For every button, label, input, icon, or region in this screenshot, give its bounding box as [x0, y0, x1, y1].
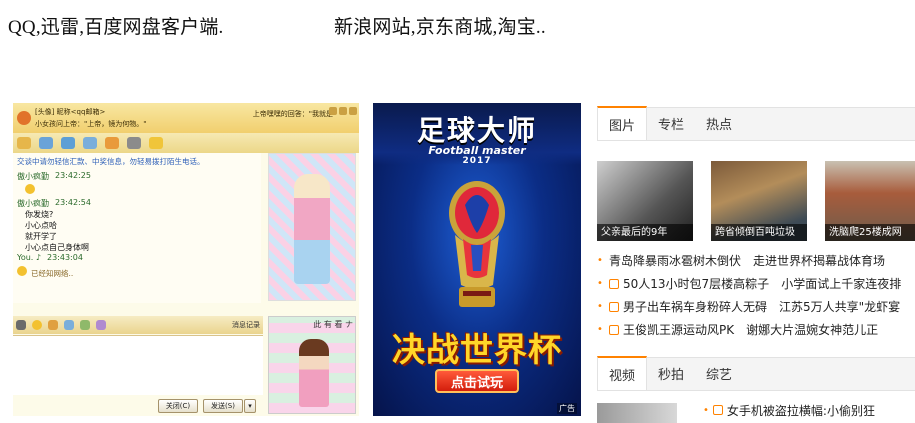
minimize-icon[interactable] [329, 107, 337, 115]
send-button[interactable]: 发送(S) [203, 399, 243, 413]
headline-link[interactable]: 王俊凯王源运动风PK [623, 321, 734, 338]
character-figure [299, 339, 329, 407]
voice-call-icon[interactable] [39, 137, 53, 149]
signature-continued: 上帝嘿嘿的回答："我就是 [252, 110, 333, 118]
window-controls [329, 107, 357, 115]
more-icon[interactable] [149, 137, 163, 149]
game-advertisement[interactable]: 足球大师 Football master 2017 决战世界杯 点击试玩 广告 [373, 103, 581, 416]
image-icon[interactable] [80, 320, 90, 330]
contact-show-image [268, 153, 356, 301]
show-caption: 此 有 看 ナ [313, 320, 353, 329]
ad-year: 2017 [462, 156, 492, 166]
photo-icon [609, 324, 619, 335]
news-tabs: 图片 专栏 热点 [597, 106, 915, 141]
headline-row: • 男子出车祸车身粉碎人无碍 江苏5万人共享"龙虾宴 [597, 295, 915, 318]
tab-video[interactable]: 视频 [597, 356, 648, 390]
message-header: 傲小疯勤 23:42:54 [17, 198, 91, 208]
message-line: 小心点哈 [25, 221, 57, 230]
message-line: 已经知网络.. [17, 266, 257, 279]
message-line: 小心点自己身体啊 [25, 243, 89, 252]
apps-icon[interactable] [127, 137, 141, 149]
bullet-icon: • [597, 324, 603, 335]
screenshot-icon[interactable] [64, 320, 74, 330]
tab-variety[interactable]: 综艺 [695, 356, 743, 390]
headline-row: • 青岛降暴雨冰雹树木倒伏 走进世界杯揭幕战体育场 [597, 249, 915, 272]
send-options-button[interactable]: ▾ [244, 399, 256, 413]
file-transfer-icon[interactable] [61, 137, 75, 149]
headline-list: • 青岛降暴雨冰雹树木倒伏 走进世界杯揭幕战体育场 • 50人13小时包7层楼高… [597, 249, 915, 341]
qq-chat-window: [头像] 昵称<qq邮箱> 小女孩问上帝："上帝，镜为何物。" 上帝嘿嘿的回答：… [13, 103, 359, 416]
message-history[interactable]: 交谈中请勿轻信汇款、中奖信息，勿轻易拨打陌生电话。 傲小疯勤 23:42:25 … [13, 153, 261, 303]
character-figure [294, 174, 330, 284]
thumbnail-caption: 跨省倾倒百吨垃圾 [711, 224, 807, 241]
tab-hot[interactable]: 热点 [695, 106, 743, 140]
contact-signature: 小女孩问上帝："上帝，镜为何物。" [35, 120, 147, 128]
bullet-icon: • [703, 404, 709, 416]
play-now-button[interactable]: 点击试玩 [435, 369, 519, 393]
headline-link[interactable]: 江苏5万人共享"龙虾宴 [779, 298, 900, 315]
music-icon[interactable] [96, 320, 106, 330]
message-history-button[interactable]: 消息记录 [232, 320, 260, 330]
message-line: 就开学了 [25, 232, 57, 241]
headline-row: • 女手机被盗拉横幅:小偷别狂 [703, 401, 875, 419]
photo-thumbnail[interactable]: 洗脑爬25楼成网 [825, 161, 915, 241]
tab-columns[interactable]: 专栏 [647, 106, 695, 140]
message-line: 你发烧? [25, 210, 54, 219]
video-icon [712, 405, 723, 415]
close-icon[interactable] [349, 107, 357, 115]
headline-row: • 王俊凯王源运动风PK 谢娜大片温婉女神范儿正 [597, 318, 915, 341]
thumbnail-caption: 洗脑爬25楼成网 [825, 224, 915, 241]
photo-icon [609, 278, 619, 289]
photo-thumbnail[interactable]: 父亲最后的9年 [597, 161, 693, 241]
contact-name: [头像] 昵称<qq邮箱> [35, 108, 106, 116]
font-icon[interactable] [16, 320, 26, 330]
photo-thumbnail[interactable]: 跨省倾倒百吨垃圾 [711, 161, 807, 241]
maximize-icon[interactable] [339, 107, 347, 115]
photo-icon [609, 301, 619, 312]
tab-pictures[interactable]: 图片 [597, 106, 648, 140]
bullet-icon: • [597, 301, 603, 312]
security-notice: 交谈中请勿轻信汇款、中奖信息，勿轻易拨打陌生电话。 [17, 157, 205, 166]
emoji-icon [25, 184, 35, 194]
caption-right: 新浪网站,京东商城,淘宝.. [334, 17, 546, 38]
headline-link[interactable]: 女手机被盗拉横幅:小偷别狂 [727, 402, 875, 419]
self-show-image: 此 有 看 ナ [268, 316, 356, 414]
headline-link[interactable]: 男子出车祸车身粉碎人无碍 [623, 298, 767, 315]
bullet-icon: • [597, 278, 603, 289]
message-input[interactable] [13, 335, 263, 395]
bullet-icon: • [597, 255, 603, 266]
headline-link[interactable]: 青岛降暴雨冰雹树木倒伏 [609, 252, 741, 269]
photo-thumbnails: 父亲最后的9年 跨省倾倒百吨垃圾 洗脑爬25楼成网 [597, 161, 915, 241]
message-header: 傲小疯勤 23:42:25 [17, 171, 91, 181]
caption-left: QQ,迅雷,百度网盘客户端. [8, 17, 224, 38]
thumbnail-caption: 父亲最后的9年 [597, 224, 693, 241]
ad-badge: 广告 [557, 403, 577, 414]
headline-row: • 50人13小时包7层楼高粽子 小学面试上千家连夜排 [597, 272, 915, 295]
shake-icon[interactable] [48, 320, 58, 330]
avatar[interactable] [17, 111, 31, 125]
headline-link[interactable]: 谢娜大片温婉女神范儿正 [746, 321, 878, 338]
emoji-icon[interactable] [32, 320, 42, 330]
headline-link[interactable]: 走进世界杯揭幕战体育场 [753, 252, 885, 269]
video-call-icon[interactable] [17, 137, 31, 149]
headline-link[interactable]: 50人13小时包7层楼高粽子 [623, 275, 769, 292]
message-header: You. ♪ 23:43:04 [17, 253, 83, 262]
ad-title: 足球大师 [416, 114, 537, 147]
video-tabs: 视频 秒拍 综艺 [597, 356, 915, 391]
close-button[interactable]: 关闭(C) [158, 399, 198, 413]
news-portal: 图片 专栏 热点 父亲最后的9年 跨省倾倒百吨垃圾 洗脑爬25楼成网 • 青岛降… [597, 103, 915, 423]
format-toolbar: 消息记录 [13, 316, 263, 334]
tab-miaopai[interactable]: 秒拍 [647, 356, 695, 390]
video-thumbnail[interactable] [597, 403, 677, 423]
group-chat-icon[interactable] [105, 137, 119, 149]
trophy-icon [449, 181, 505, 307]
qq-toolbar [13, 133, 359, 153]
remote-assist-icon[interactable] [83, 137, 97, 149]
ad-slogan: 决战世界杯 [392, 330, 562, 369]
qq-title-bar[interactable]: [头像] 昵称<qq邮箱> 小女孩问上帝："上帝，镜为何物。" 上帝嘿嘿的回答：… [13, 103, 359, 133]
headline-link[interactable]: 小学面试上千家连夜排 [781, 275, 901, 292]
emoji-icon [17, 266, 27, 276]
